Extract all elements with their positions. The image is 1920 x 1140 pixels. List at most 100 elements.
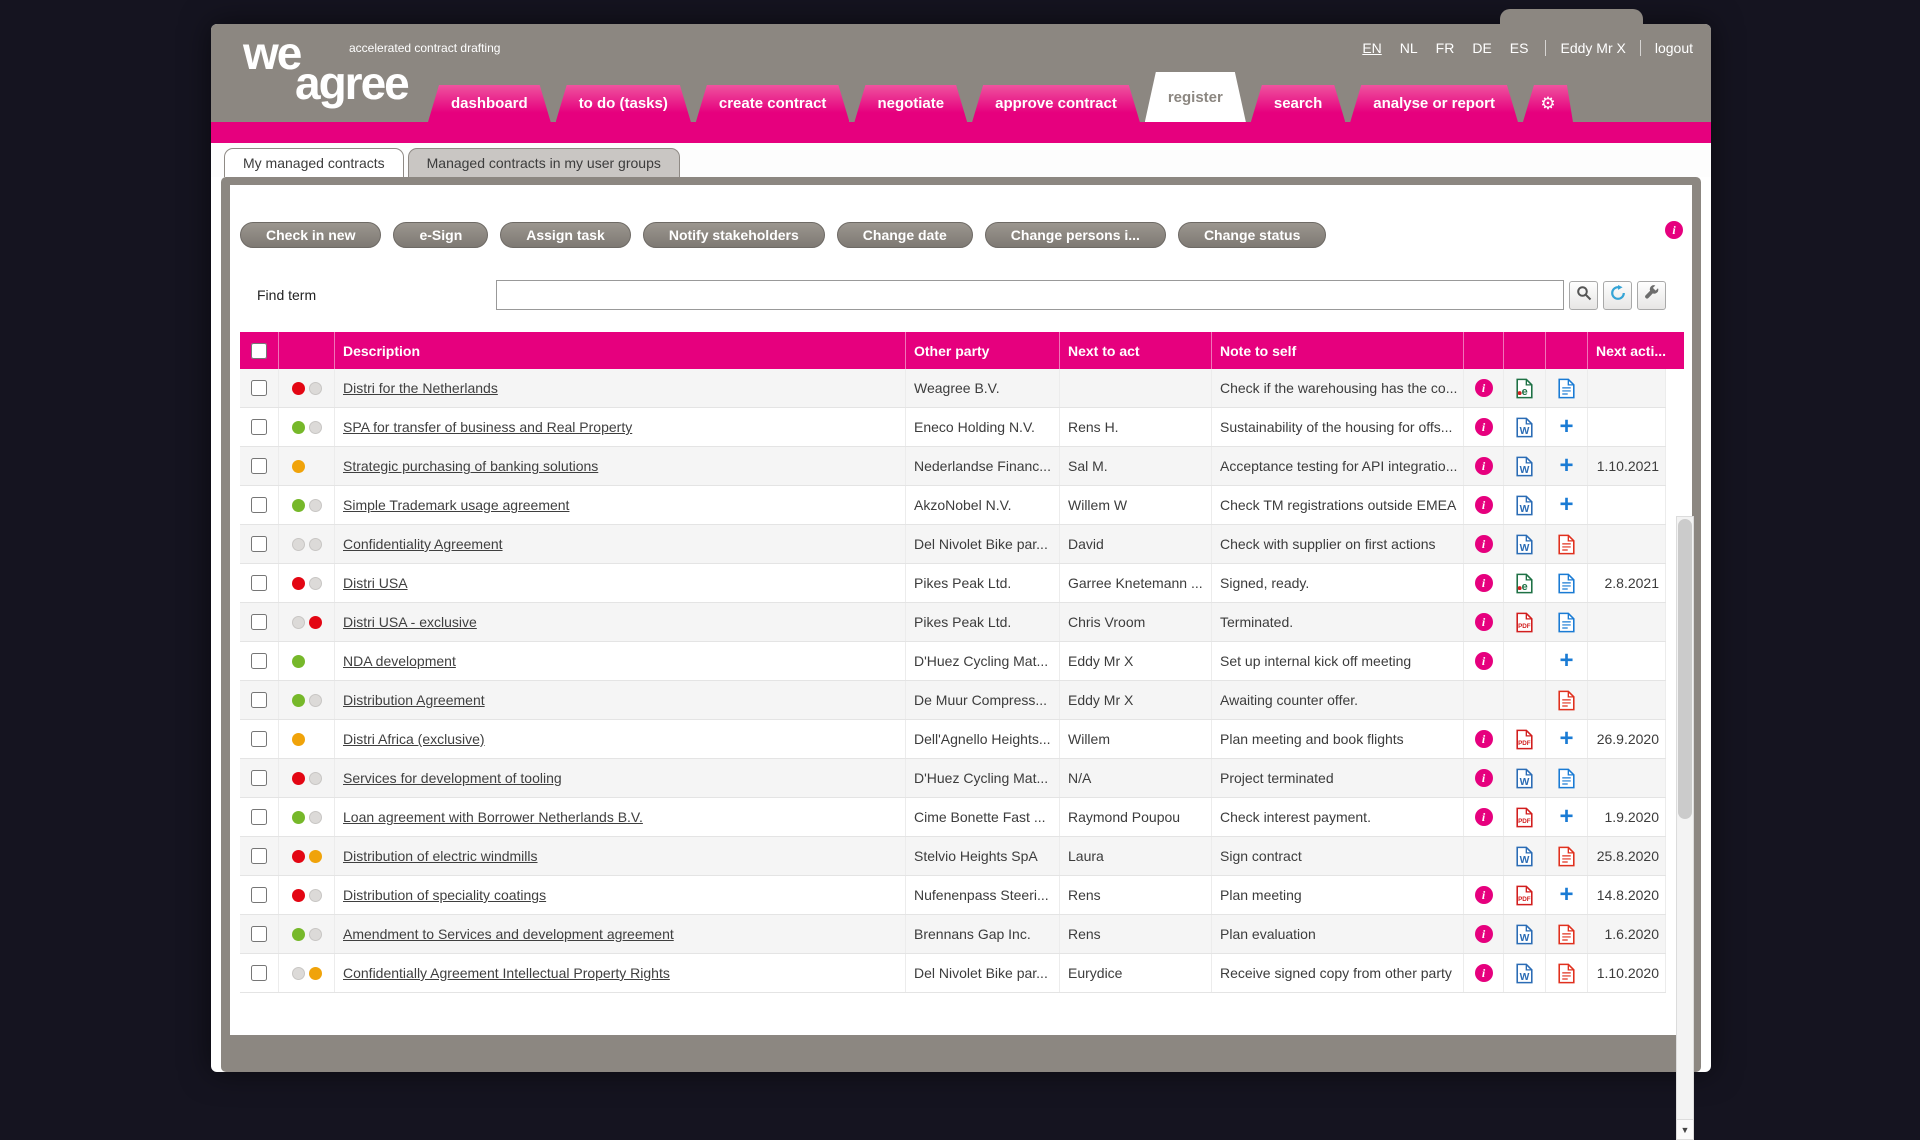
row-checkbox[interactable] xyxy=(251,926,267,942)
e-sign-button[interactable]: e-Sign xyxy=(393,222,489,248)
info-icon[interactable]: i xyxy=(1474,964,1493,982)
contract-link[interactable]: Strategic purchasing of banking solution… xyxy=(343,458,598,474)
info-icon[interactable]: i xyxy=(1665,221,1683,239)
contract-link[interactable]: Distribution of speciality coatings xyxy=(343,887,546,903)
contract-link[interactable]: Distri USA - exclusive xyxy=(343,614,477,630)
tab-approve-contract[interactable]: approve contract xyxy=(972,85,1140,122)
scrollbar-thumb[interactable] xyxy=(1678,519,1692,819)
notify-stakeholders-button[interactable]: Notify stakeholders xyxy=(642,222,825,248)
logout-link[interactable]: logout xyxy=(1649,40,1699,56)
search-button[interactable] xyxy=(1569,280,1598,310)
contract-link[interactable]: Distri USA xyxy=(343,575,408,591)
document-red-icon[interactable] xyxy=(1558,963,1575,984)
contract-link[interactable]: Loan agreement with Borrower Netherlands… xyxy=(343,809,643,825)
change-status-button[interactable]: Change status xyxy=(1177,222,1327,248)
add-document-icon[interactable]: + xyxy=(1559,454,1573,478)
subtab-my-managed-contracts[interactable]: My managed contracts xyxy=(224,148,404,177)
document-red-icon[interactable] xyxy=(1558,534,1575,555)
tab-dashboard[interactable]: dashboard xyxy=(428,85,551,122)
row-checkbox[interactable] xyxy=(251,614,267,630)
row-checkbox[interactable] xyxy=(251,692,267,708)
word-document-icon[interactable]: W xyxy=(1516,456,1533,477)
info-icon[interactable]: i xyxy=(1474,535,1493,553)
language-link-en[interactable]: EN xyxy=(1353,40,1390,56)
word-document-icon[interactable]: W xyxy=(1516,495,1533,516)
description-column-header[interactable]: Description xyxy=(335,332,906,369)
document-blue-icon[interactable] xyxy=(1558,768,1575,789)
contract-link[interactable]: Distri for the Netherlands xyxy=(343,380,498,396)
tab-register[interactable]: register xyxy=(1145,72,1246,122)
pdf-document-icon[interactable]: PDF xyxy=(1516,612,1533,633)
pdf-document-icon[interactable]: PDF xyxy=(1516,885,1533,906)
scrollbar-down-button[interactable]: ▼ xyxy=(1677,1119,1693,1139)
document-blue-icon[interactable] xyxy=(1558,378,1575,399)
contract-link[interactable]: Simple Trademark usage agreement xyxy=(343,497,569,513)
select-all-checkbox[interactable] xyxy=(251,342,267,359)
tab-to-do-tasks[interactable]: to do (tasks) xyxy=(556,85,691,122)
row-checkbox[interactable] xyxy=(251,419,267,435)
check-in-new-button[interactable]: Check in new xyxy=(240,222,382,248)
add-document-icon[interactable]: + xyxy=(1559,805,1573,829)
info-icon[interactable]: i xyxy=(1474,808,1493,826)
contract-link[interactable]: Distribution Agreement xyxy=(343,692,485,708)
table-scrollbar[interactable]: ▼ xyxy=(1676,516,1694,1140)
excel-document-icon[interactable]: e xyxy=(1516,573,1533,594)
document-red-icon[interactable] xyxy=(1558,690,1575,711)
row-checkbox[interactable] xyxy=(251,965,267,981)
other-party-column-header[interactable]: Other party xyxy=(906,332,1060,369)
next-action-column-header[interactable]: Next acti... xyxy=(1588,332,1684,369)
contract-link[interactable]: Amendment to Services and development ag… xyxy=(343,926,674,942)
document-red-icon[interactable] xyxy=(1558,924,1575,945)
add-document-icon[interactable]: + xyxy=(1559,649,1573,673)
row-checkbox[interactable] xyxy=(251,497,267,513)
assign-task-button[interactable]: Assign task xyxy=(500,222,631,248)
word-document-icon[interactable]: W xyxy=(1516,534,1533,555)
contract-link[interactable]: Distribution of electric windmills xyxy=(343,848,538,864)
row-checkbox[interactable] xyxy=(251,458,267,474)
tab-negotiate[interactable]: negotiate xyxy=(854,85,967,122)
word-document-icon[interactable]: W xyxy=(1516,963,1533,984)
info-icon[interactable]: i xyxy=(1474,496,1493,514)
language-link-nl[interactable]: NL xyxy=(1391,40,1427,56)
change-date-button[interactable]: Change date xyxy=(836,222,973,248)
row-checkbox[interactable] xyxy=(251,653,267,669)
document-blue-icon[interactable] xyxy=(1558,612,1575,633)
contract-link[interactable]: Services for development of tooling xyxy=(343,770,562,786)
word-document-icon[interactable]: W xyxy=(1516,924,1533,945)
language-link-es[interactable]: ES xyxy=(1501,40,1538,56)
info-icon[interactable]: i xyxy=(1474,379,1493,397)
info-icon[interactable]: i xyxy=(1474,418,1493,436)
change-persons-i-button[interactable]: Change persons i... xyxy=(984,222,1166,248)
info-icon[interactable]: i xyxy=(1474,769,1493,787)
language-link-de[interactable]: DE xyxy=(1463,40,1500,56)
contract-link[interactable]: Confidentially Agreement Intellectual Pr… xyxy=(343,965,670,981)
info-icon[interactable]: i xyxy=(1474,457,1493,475)
word-document-icon[interactable]: W xyxy=(1516,768,1533,789)
contract-link[interactable]: Confidentiality Agreement xyxy=(343,536,503,552)
tab-analyse-or-report[interactable]: analyse or report xyxy=(1350,85,1518,122)
row-checkbox[interactable] xyxy=(251,848,267,864)
settings-button[interactable] xyxy=(1637,280,1666,310)
document-blue-icon[interactable] xyxy=(1558,573,1575,594)
row-checkbox[interactable] xyxy=(251,380,267,396)
info-icon[interactable]: i xyxy=(1474,925,1493,943)
row-checkbox[interactable] xyxy=(251,575,267,591)
subtab-managed-contracts-in-my-user-groups[interactable]: Managed contracts in my user groups xyxy=(407,148,680,177)
add-document-icon[interactable]: + xyxy=(1559,415,1573,439)
find-term-input[interactable] xyxy=(496,280,1564,310)
refresh-button[interactable] xyxy=(1603,280,1632,310)
info-icon[interactable]: i xyxy=(1474,886,1493,904)
info-icon[interactable]: i xyxy=(1474,613,1493,631)
contract-link[interactable]: SPA for transfer of business and Real Pr… xyxy=(343,419,632,435)
document-red-icon[interactable] xyxy=(1558,846,1575,867)
tab-search[interactable]: search xyxy=(1251,85,1345,122)
word-document-icon[interactable]: W xyxy=(1516,417,1533,438)
note-to-self-column-header[interactable]: Note to self xyxy=(1212,332,1464,369)
pdf-document-icon[interactable]: PDF xyxy=(1516,807,1533,828)
contract-link[interactable]: Distri Africa (exclusive) xyxy=(343,731,485,747)
row-checkbox[interactable] xyxy=(251,809,267,825)
add-document-icon[interactable]: + xyxy=(1559,883,1573,907)
row-checkbox[interactable] xyxy=(251,731,267,747)
add-document-icon[interactable]: + xyxy=(1559,727,1573,751)
info-icon[interactable]: i xyxy=(1474,574,1493,592)
